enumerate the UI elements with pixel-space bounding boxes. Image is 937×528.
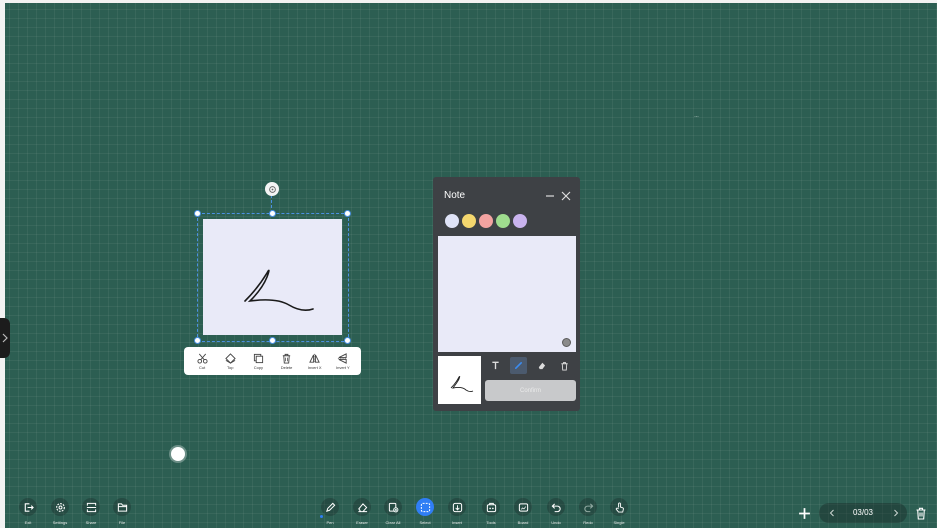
close-icon[interactable] xyxy=(560,190,572,202)
trash-icon xyxy=(561,361,568,370)
settings-button[interactable] xyxy=(51,498,69,516)
delete-page-button[interactable] xyxy=(913,505,929,521)
note-color-2[interactable] xyxy=(462,214,476,228)
invert-y-label: Invert Y xyxy=(336,364,350,370)
note-color-1[interactable] xyxy=(445,214,459,228)
chevron-right-icon xyxy=(2,333,8,343)
pen-button[interactable] xyxy=(321,498,339,516)
file-button[interactable] xyxy=(113,498,131,516)
note-title: Note xyxy=(444,190,466,201)
trash-icon xyxy=(916,507,926,520)
note-delete-tool[interactable] xyxy=(556,357,573,374)
minimize-icon[interactable] xyxy=(544,190,556,202)
insert-button[interactable] xyxy=(448,498,466,516)
top-button[interactable]: Top xyxy=(217,352,243,370)
delete-label: Delete xyxy=(280,364,293,370)
invert-x-label: Invert X xyxy=(307,364,322,370)
share-icon xyxy=(86,502,96,512)
chevron-right-icon xyxy=(894,509,899,517)
copy-label: Copy xyxy=(253,364,264,370)
pen-icon xyxy=(514,361,523,370)
invert-y-button[interactable]: Invert Y xyxy=(330,352,356,370)
note-color-3[interactable] xyxy=(479,214,493,228)
resize-handle-tr[interactable] xyxy=(344,210,351,217)
exit-button[interactable] xyxy=(19,498,37,516)
select-button[interactable] xyxy=(416,498,434,516)
resize-handle-br[interactable] xyxy=(344,337,351,344)
camera-icon[interactable] xyxy=(562,338,571,347)
floating-assist-ball[interactable] xyxy=(171,447,185,461)
exit-icon xyxy=(24,502,34,512)
pen-active-indicator xyxy=(320,515,323,518)
resize-handle-bm[interactable] xyxy=(269,337,276,344)
eraser-icon xyxy=(538,362,546,370)
undo-button[interactable] xyxy=(547,498,565,516)
copy-icon xyxy=(253,353,263,363)
rotate-icon xyxy=(268,185,276,193)
resize-handle-tl[interactable] xyxy=(194,210,201,217)
single-touch-icon xyxy=(615,501,624,513)
invert-y-icon xyxy=(338,352,348,364)
delete-button[interactable]: Delete xyxy=(274,353,300,370)
clear-all-button[interactable] xyxy=(384,498,402,516)
top-layer-icon xyxy=(225,352,236,364)
window-left-edge xyxy=(0,0,5,528)
board-icon xyxy=(518,502,528,512)
window-top-edge xyxy=(0,0,937,3)
invert-x-icon xyxy=(309,353,321,363)
note-text-tool[interactable] xyxy=(487,357,504,374)
clear-all-icon xyxy=(388,502,398,512)
copy-button[interactable]: Copy xyxy=(245,353,271,370)
undo-icon xyxy=(551,502,561,512)
note-eraser-tool[interactable] xyxy=(533,357,550,374)
eraser-button[interactable] xyxy=(353,498,371,516)
resize-handle-tm[interactable] xyxy=(269,210,276,217)
chevron-left-icon xyxy=(829,509,834,517)
page-navigator: 03/03 xyxy=(819,503,907,523)
note-pen-tool[interactable] xyxy=(510,357,527,374)
resize-handle-bl[interactable] xyxy=(194,337,201,344)
file-label: File xyxy=(118,520,126,525)
invert-x-button[interactable]: Invert X xyxy=(302,353,328,370)
redo-button[interactable] xyxy=(579,498,597,516)
tools-button[interactable] xyxy=(482,498,500,516)
page-indicator: 03/03 xyxy=(852,508,874,517)
tools-icon xyxy=(486,502,496,512)
confirm-button[interactable]: Confirm xyxy=(485,380,576,401)
cut-button[interactable]: Cut xyxy=(189,353,215,370)
sticky-note-object[interactable] xyxy=(203,219,342,335)
note-color-5[interactable] xyxy=(513,214,527,228)
note-color-4[interactable] xyxy=(496,214,510,228)
handwriting-stroke xyxy=(244,269,314,311)
next-page-button[interactable] xyxy=(889,506,903,520)
single-touch-label: Single xyxy=(613,520,625,525)
plus-icon xyxy=(798,507,810,519)
scissors-icon xyxy=(197,353,208,364)
note-thumbnail[interactable] xyxy=(438,356,481,404)
eraser-icon xyxy=(357,502,367,512)
trash-icon xyxy=(282,353,291,364)
rotate-handle[interactable] xyxy=(265,182,279,196)
object-toolbar: Cut Top Copy Delete Invert X Invert Y xyxy=(184,347,361,375)
file-icon xyxy=(117,502,127,512)
text-icon xyxy=(492,361,499,370)
thumbnail-stroke xyxy=(450,375,474,393)
single-touch-button[interactable] xyxy=(610,498,628,516)
board-button[interactable] xyxy=(514,498,532,516)
select-icon xyxy=(420,502,430,512)
prev-page-button[interactable] xyxy=(825,506,839,520)
note-drawing-canvas[interactable] xyxy=(438,236,576,352)
top-label: Top xyxy=(227,364,234,370)
pen-icon xyxy=(325,502,335,512)
add-page-button[interactable] xyxy=(796,505,812,521)
redo-icon xyxy=(583,502,593,512)
cut-label: Cut xyxy=(198,364,206,370)
note-window: Note Confirm xyxy=(433,177,580,411)
insert-icon xyxy=(452,502,462,512)
share-button[interactable] xyxy=(82,498,100,516)
side-panel-handle[interactable] xyxy=(0,318,10,358)
ellipsis-marker: ··· xyxy=(694,114,699,120)
settings-icon xyxy=(55,502,65,512)
